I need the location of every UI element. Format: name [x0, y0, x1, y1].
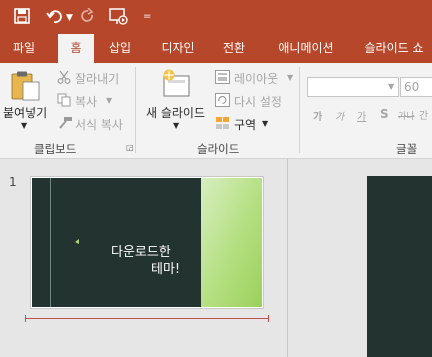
- clipboard-launcher-icon[interactable]: ◲: [126, 143, 134, 152]
- underline-button[interactable]: 가: [357, 108, 366, 123]
- slideshow-from-start-icon[interactable]: [109, 7, 129, 26]
- slides-group-label: 슬라이드: [197, 142, 240, 156]
- new-slide-label[interactable]: 새 슬라이드: [146, 104, 205, 121]
- format-painter-icon: [59, 117, 72, 129]
- undo-icon[interactable]: [46, 8, 64, 24]
- main-slide-canvas[interactable]: [367, 176, 432, 357]
- copy-icon: [57, 93, 71, 107]
- copy-button[interactable]: 복사: [75, 93, 97, 110]
- tab-slideshow[interactable]: 슬라이드 쇼: [356, 34, 432, 63]
- clipboard-group-label: 클립보드: [34, 142, 77, 156]
- copy-dropdown-icon[interactable]: ▼: [106, 96, 112, 105]
- layout-dropdown-icon[interactable]: ▼: [287, 73, 293, 82]
- font-name-combo[interactable]: ▼: [307, 77, 399, 97]
- group-separator: [135, 67, 136, 153]
- tab-animations[interactable]: 애니메이션: [268, 34, 344, 63]
- tab-insert[interactable]: 삽입: [100, 34, 140, 63]
- strikethrough-button[interactable]: 가나: [398, 109, 415, 122]
- section-button[interactable]: 구역: [234, 116, 256, 133]
- section-dropdown-icon[interactable]: ▼: [262, 119, 268, 128]
- font-group-label: 글꼴: [396, 142, 418, 156]
- ribbon-home: 붙여넣기 ▼ 잘라내기 복사 ▼ 서식 복사 클립보드 ◲ 새 슬라이드 ▼ 레…: [0, 63, 432, 159]
- shadow-button[interactable]: S: [380, 107, 389, 121]
- tab-design[interactable]: 디자인: [152, 34, 204, 63]
- save-icon[interactable]: [13, 7, 31, 25]
- italic-button[interactable]: 가: [335, 108, 344, 123]
- insertion-marker-right-cap: [268, 315, 269, 322]
- quick-access-toolbar: ▼ =: [0, 0, 432, 34]
- customize-qat-icon[interactable]: =: [143, 8, 151, 26]
- tab-home[interactable]: 홈: [58, 34, 94, 63]
- new-slide-icon[interactable]: [162, 69, 192, 99]
- format-painter-button[interactable]: 서식 복사: [75, 116, 123, 133]
- group-separator: [299, 67, 300, 153]
- font-name-dropdown-icon[interactable]: ▼: [388, 82, 394, 91]
- reset-icon: [215, 93, 230, 107]
- bold-button[interactable]: 가: [313, 108, 322, 123]
- undo-dropdown-icon[interactable]: ▼: [66, 9, 73, 27]
- redo-icon: [81, 8, 94, 22]
- editor-area: 1 다운로드한 테마!: [0, 159, 432, 357]
- insertion-marker: [25, 318, 269, 319]
- slide-title-line-2: 테마!: [151, 262, 181, 277]
- paste-label[interactable]: 붙여넣기: [3, 104, 47, 121]
- new-slide-dropdown-icon[interactable]: ▼: [173, 121, 179, 130]
- tab-file[interactable]: 파일: [4, 34, 44, 63]
- reset-button[interactable]: 다시 설정: [234, 93, 282, 110]
- paste-icon[interactable]: [10, 71, 42, 101]
- insertion-marker-left-cap: [25, 315, 26, 322]
- layout-icon: [215, 70, 230, 84]
- cut-icon: [57, 70, 71, 84]
- ribbon-tabs: 파일 홈 삽입 디자인 전환 애니메이션 슬라이드 쇼: [0, 34, 432, 63]
- character-spacing-button[interactable]: 간: [419, 107, 428, 122]
- tab-transitions[interactable]: 전환: [214, 34, 254, 63]
- font-size-value: 60: [404, 80, 420, 94]
- layout-button[interactable]: 레이아웃: [234, 70, 278, 87]
- cut-button[interactable]: 잘라내기: [75, 70, 119, 87]
- section-icon: [216, 117, 229, 129]
- thumbnail-pane-splitter[interactable]: [287, 159, 288, 357]
- slide-number: 1: [9, 175, 17, 189]
- font-size-combo[interactable]: 60: [400, 77, 432, 97]
- slide-thumbnail[interactable]: 다운로드한 테마!: [30, 176, 264, 309]
- paste-dropdown-icon[interactable]: ▼: [21, 121, 27, 130]
